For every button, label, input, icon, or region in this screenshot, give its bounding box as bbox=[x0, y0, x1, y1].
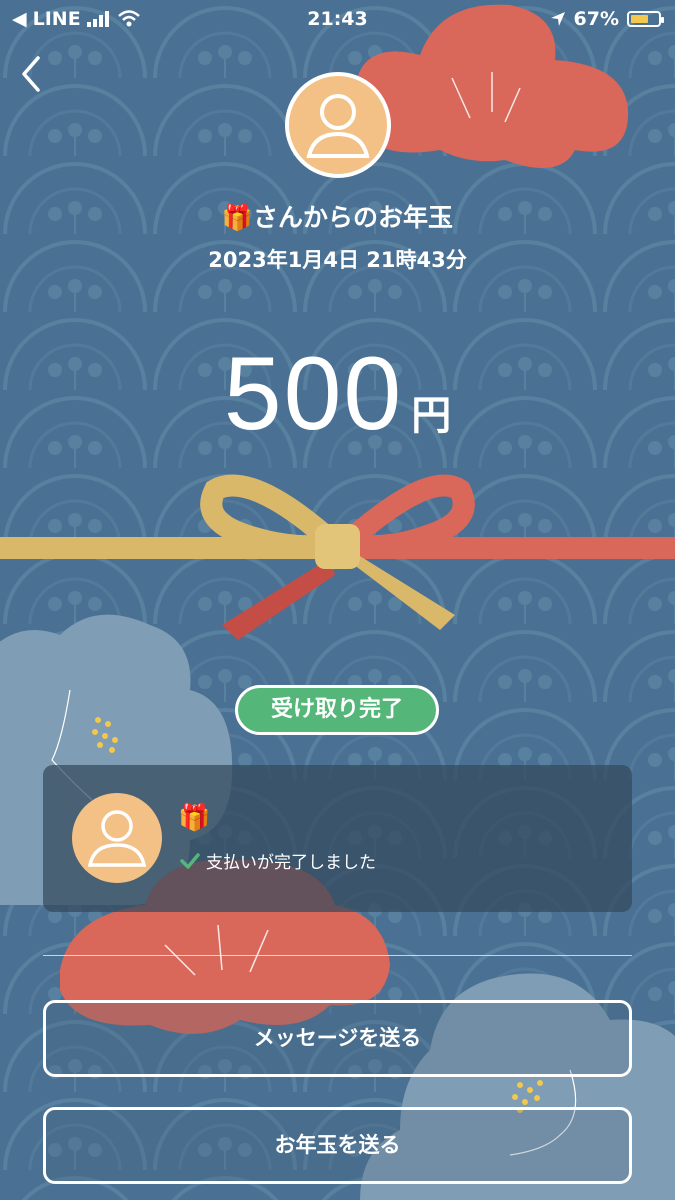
user-icon bbox=[87, 810, 147, 867]
status-right: 67% bbox=[550, 8, 664, 30]
user-icon bbox=[306, 94, 370, 158]
send-otoshidama-button[interactable]: お年玉を送る bbox=[43, 1107, 632, 1184]
status-badge: 受け取り完了 bbox=[235, 685, 439, 735]
gift-title: 🎁さんからのお年玉 bbox=[221, 203, 454, 232]
battery-percent: 67% bbox=[573, 8, 619, 30]
amount-unit: 円 bbox=[411, 394, 452, 438]
card-avatar bbox=[72, 793, 162, 883]
back-chevron-icon[interactable] bbox=[14, 52, 54, 96]
divider bbox=[43, 955, 632, 956]
payment-status: 支払いが完了しました bbox=[180, 848, 376, 873]
gift-icon: 🎁 bbox=[178, 803, 211, 833]
status-bar: ◀ LINE 21:43 67% bbox=[0, 0, 675, 38]
send-message-button[interactable]: メッセージを送る bbox=[43, 1000, 632, 1077]
gift-date: 2023年1月4日 21時43分 bbox=[208, 248, 467, 272]
battery-icon bbox=[627, 11, 664, 27]
amount-value: 500 bbox=[223, 336, 404, 452]
checkmark-icon bbox=[180, 852, 200, 869]
sender-avatar bbox=[285, 72, 391, 178]
payment-message: 支払いが完了しました bbox=[206, 853, 376, 873]
location-arrow-icon bbox=[550, 12, 565, 26]
gift-amount: 500 円 bbox=[0, 335, 675, 454]
